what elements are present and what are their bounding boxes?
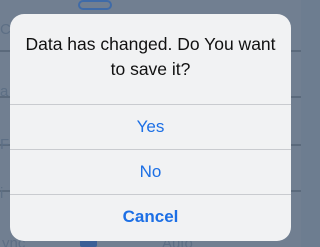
background-text-fragment: a xyxy=(0,83,9,100)
no-button[interactable]: No xyxy=(10,150,291,194)
cancel-button[interactable]: Cancel xyxy=(10,195,291,239)
yes-button[interactable]: Yes xyxy=(10,105,291,149)
alert-message: Data has changed. Do You want to save it… xyxy=(25,34,276,79)
background-text-fragment: i xyxy=(0,185,4,202)
background-toggle-shape xyxy=(78,0,112,10)
background-text-fragment: F xyxy=(0,136,10,153)
save-changes-alert: Data has changed. Do You want to save it… xyxy=(10,14,291,241)
